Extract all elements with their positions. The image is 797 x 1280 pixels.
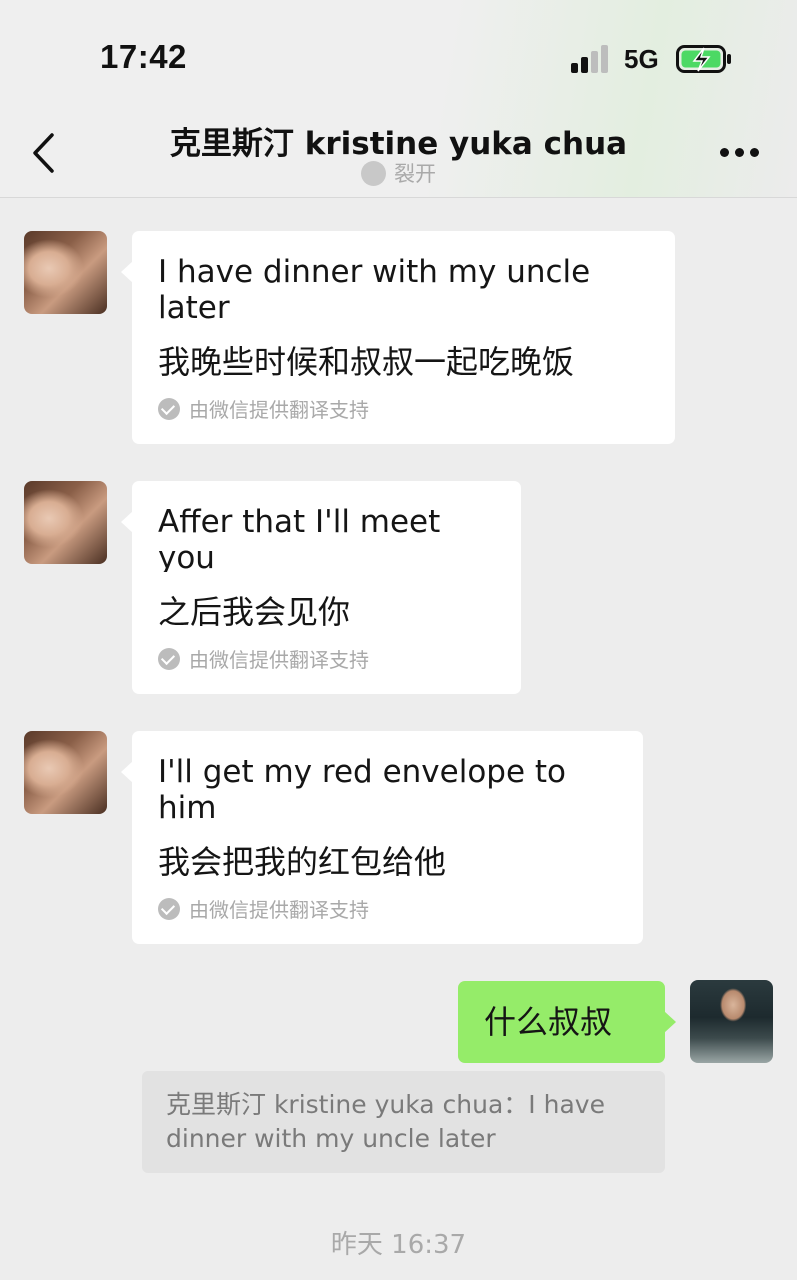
translation-card[interactable]: 之后我会见你 由微信提供翻译支持 (132, 572, 521, 694)
status-time: 17:42 (100, 38, 187, 75)
chat-status-text: 裂开 (394, 162, 436, 186)
translation-credit: 由微信提供翻译支持 (158, 894, 617, 923)
translation-text: 之后我会见你 (158, 593, 351, 631)
battery-charging-icon (676, 45, 731, 73)
translation-credit-text: 由微信提供翻译支持 (189, 898, 369, 922)
translation-credit-text: 由微信提供翻译支持 (189, 648, 369, 672)
contact-avatar[interactable] (24, 731, 107, 814)
my-message-bubble[interactable]: 什么叔叔 (458, 981, 676, 1063)
status-emoji-icon (361, 160, 386, 186)
translation-credit: 由微信提供翻译支持 (158, 394, 649, 423)
check-circle-icon (158, 647, 180, 670)
translation-card[interactable]: 我晚些时候和叔叔一起吃晚饭 由微信提供翻译支持 (132, 322, 675, 444)
top-bar: 17:42 5G 克里斯汀 kristine yuka chua 裂开 (0, 0, 797, 198)
message-timestamp: 昨天 16:37 (330, 1230, 467, 1260)
chat-status: 裂开 (0, 158, 797, 188)
signal-icon (571, 45, 611, 73)
more-dots-icon[interactable] (720, 148, 760, 160)
translation-credit: 由微信提供翻译支持 (158, 644, 495, 673)
my-avatar[interactable] (690, 980, 773, 1063)
chat-title: 克里斯汀 kristine yuka chua (169, 126, 628, 162)
contact-avatar[interactable] (24, 481, 107, 564)
check-circle-icon (158, 897, 180, 920)
translation-text: 我会把我的红包给他 (158, 843, 447, 881)
translation-text: 我晚些时候和叔叔一起吃晚饭 (158, 343, 575, 381)
translation-card[interactable]: 我会把我的红包给他 由微信提供翻译支持 (132, 822, 643, 944)
check-circle-icon (158, 397, 180, 420)
translation-credit-text: 由微信提供翻译支持 (189, 398, 369, 422)
network-label: 5G (624, 44, 659, 74)
quoted-message[interactable]: 克里斯汀 kristine yuka chua：I have dinner wi… (142, 1071, 665, 1173)
contact-avatar[interactable] (24, 231, 107, 314)
